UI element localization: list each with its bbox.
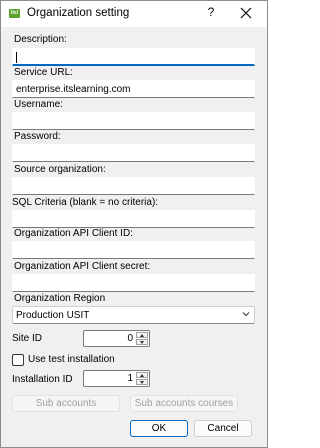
- use-test-installation-checkbox[interactable]: [12, 354, 24, 366]
- api-client-secret-label: Organization API Client secret:: [14, 261, 151, 272]
- window-title: Organization setting: [27, 7, 130, 19]
- api-client-id-input[interactable]: [12, 241, 255, 259]
- text-caret: [16, 52, 17, 63]
- password-label: Password:: [14, 131, 61, 142]
- description-input[interactable]: [12, 48, 255, 66]
- help-button[interactable]: ?: [204, 5, 218, 21]
- service-url-label: Service URL:: [14, 67, 73, 78]
- arrow-down-icon: [140, 341, 144, 344]
- close-button[interactable]: [237, 4, 255, 22]
- region-select[interactable]: Production USIT: [12, 306, 255, 324]
- ok-button[interactable]: OK: [130, 420, 188, 437]
- api-client-id-label: Organization API Client ID:: [14, 228, 133, 239]
- region-selected-value: Production USIT: [16, 310, 90, 321]
- site-id-value: 0: [127, 333, 133, 344]
- chevron-down-icon: [242, 310, 250, 321]
- region-label: Organization Region: [14, 293, 106, 304]
- source-organization-label: Source organization:: [14, 164, 106, 175]
- arrow-up-icon: [140, 374, 144, 377]
- use-test-installation-label: Use test installation: [28, 354, 115, 365]
- installation-id-label: Installation ID: [12, 374, 73, 385]
- username-label: Username:: [14, 99, 63, 110]
- installation-id-value: 1: [127, 373, 133, 384]
- installation-id-spinner[interactable]: 1: [83, 370, 150, 387]
- sub-accounts-courses-button[interactable]: Sub accounts courses: [130, 395, 238, 412]
- password-input[interactable]: [12, 144, 255, 162]
- site-id-up-button[interactable]: [136, 332, 148, 338]
- service-url-input[interactable]: enterprise.itslearning.com: [12, 80, 255, 98]
- username-input[interactable]: [12, 112, 255, 130]
- close-icon: [240, 7, 252, 19]
- api-client-secret-input[interactable]: [12, 274, 255, 292]
- installation-id-up-button[interactable]: [136, 372, 148, 378]
- installation-id-down-button[interactable]: [136, 379, 148, 385]
- site-id-spinner[interactable]: 0: [83, 330, 150, 347]
- arrow-down-icon: [140, 381, 144, 384]
- sql-criteria-input[interactable]: [12, 210, 255, 228]
- cancel-button[interactable]: Cancel: [194, 420, 252, 437]
- source-organization-input[interactable]: [12, 177, 255, 195]
- site-id-down-button[interactable]: [136, 339, 148, 345]
- sub-accounts-button[interactable]: Sub accounts: [12, 395, 120, 412]
- app-icon: itsl: [9, 9, 20, 18]
- organization-setting-dialog: itsl Organization setting ? Description:…: [0, 0, 268, 448]
- service-url-value: enterprise.itslearning.com: [16, 84, 131, 95]
- description-label: Description:: [14, 34, 67, 45]
- arrow-up-icon: [140, 334, 144, 337]
- title-bar: itsl Organization setting ?: [1, 1, 267, 27]
- sql-criteria-label: SQL Criteria (blank = no criteria):: [12, 197, 159, 208]
- site-id-label: Site ID: [12, 333, 43, 344]
